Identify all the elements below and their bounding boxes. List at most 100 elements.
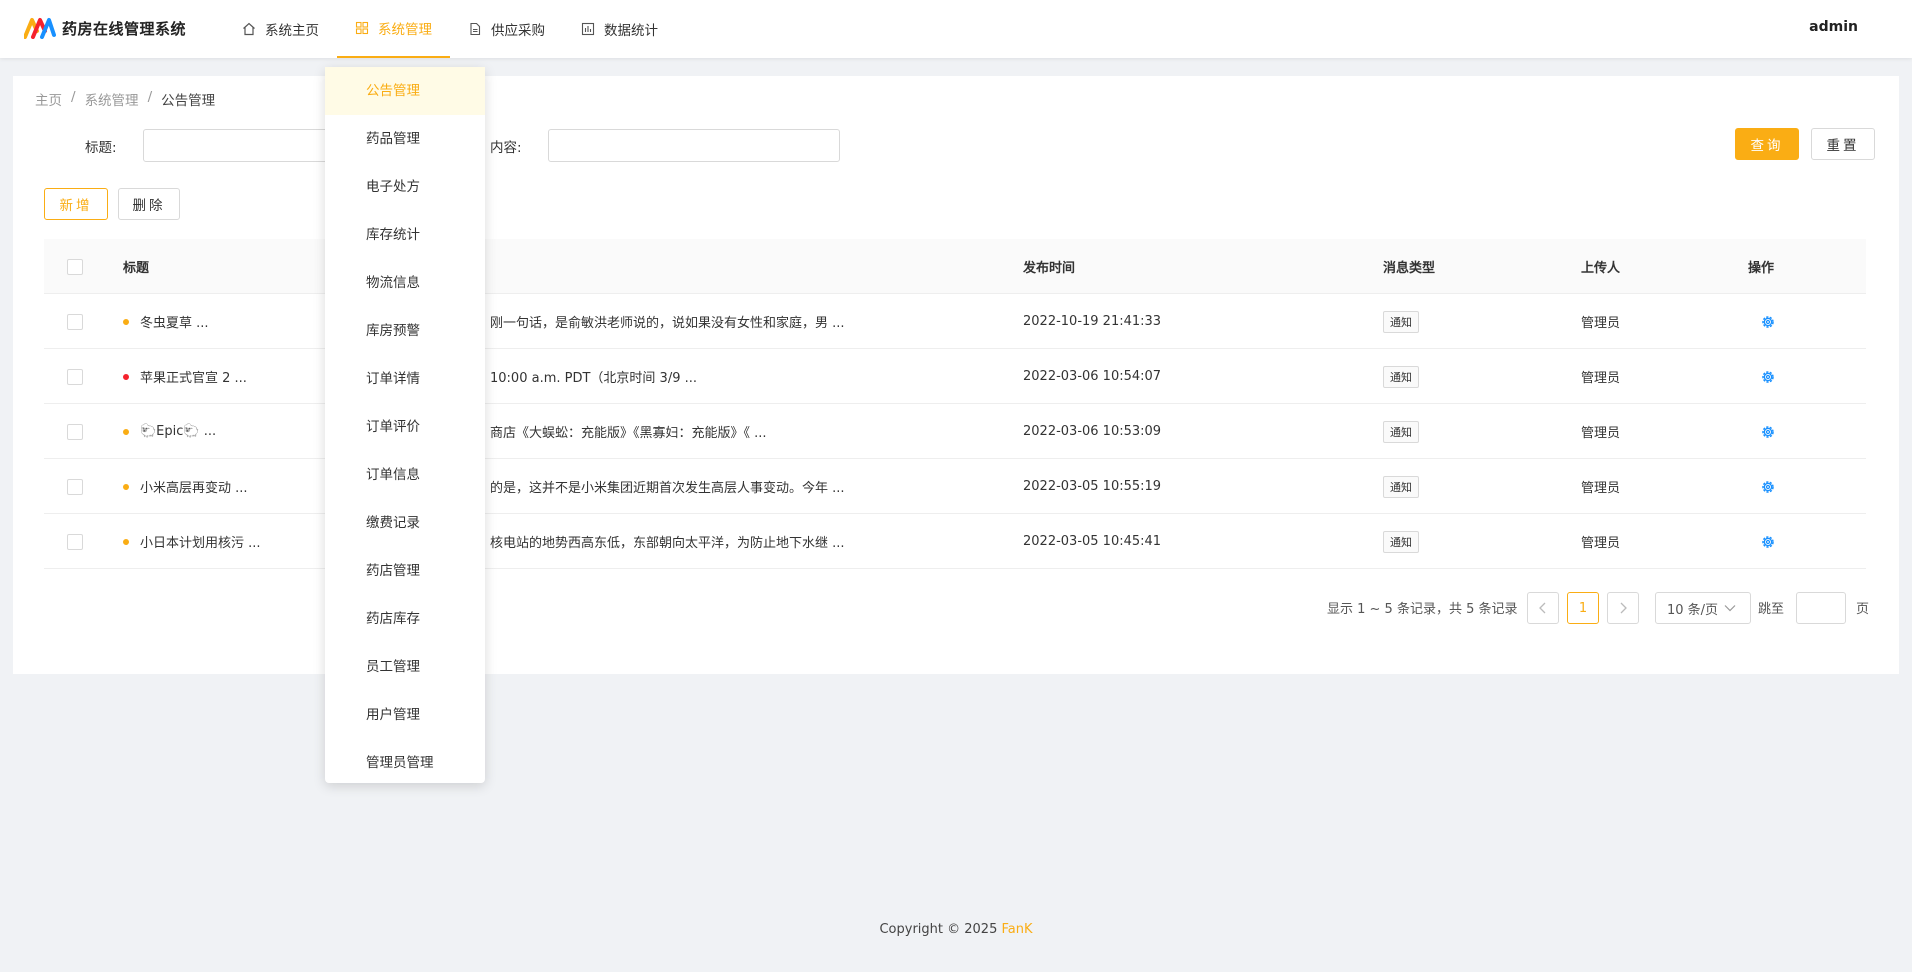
- message-type-tag: 通知: [1383, 365, 1419, 388]
- content-search-label: 内容:: [490, 140, 522, 156]
- header-message-type[interactable]: 消息类型: [1383, 239, 1435, 294]
- row-time: 2022-10-19 21:41:33: [1023, 314, 1162, 329]
- page-suffix: 页: [1856, 602, 1870, 617]
- nav-item-supply[interactable]: 供应采购: [450, 0, 563, 58]
- delete-button[interactable]: 删除: [118, 188, 180, 220]
- breadcrumb: 主页 / 系统管理 / 公告管理: [35, 89, 215, 109]
- nav-label: 数据统计: [604, 23, 658, 39]
- row-content: 刚一句话，是俞敏洪老师说的，说如果没有女性和家庭，男 ...: [490, 316, 845, 331]
- menu-item-order-reviews[interactable]: 订单评价: [325, 403, 485, 451]
- top-header: 药房在线管理系统 系统主页 系统管理 供应采购 数据统计 admin: [0, 0, 1912, 58]
- chevron-right-icon: [1620, 602, 1627, 614]
- settings-gear-icon[interactable]: [1760, 314, 1776, 330]
- row-actions-cell: [1760, 459, 1776, 514]
- row-title-cell: 🐑Epic🐑 ...: [123, 404, 216, 459]
- table-header: 标题 发布时间 消息类型 上传人 操作: [44, 239, 1866, 294]
- row-checkbox-cell: [67, 404, 83, 459]
- select-all-checkbox[interactable]: [67, 258, 83, 275]
- app-logo[interactable]: 药房在线管理系统: [24, 17, 186, 39]
- settings-gear-icon[interactable]: [1760, 534, 1776, 550]
- row-title: 小日本计划用核污 ...: [140, 536, 261, 551]
- home-icon: [243, 22, 255, 36]
- page-size-select[interactable]: 10 条/页: [1655, 592, 1751, 624]
- row-title-cell: 小日本计划用核污 ...: [123, 514, 261, 569]
- row-checkbox-cell: [67, 459, 83, 514]
- menu-item-order-info[interactable]: 订单信息: [325, 451, 485, 499]
- breadcrumb-separator: /: [71, 89, 76, 105]
- table-row[interactable]: 小日本计划用核污 ... 核电站的地势西高东低，东部朝向太平洋，为防止地下水继 …: [44, 514, 1866, 569]
- breadcrumb-system[interactable]: 系统管理: [85, 89, 139, 109]
- user-menu[interactable]: admin: [1809, 19, 1858, 35]
- app-title: 药房在线管理系统: [62, 19, 187, 38]
- nav-label: 供应采购: [491, 23, 545, 39]
- row-checkbox[interactable]: [67, 423, 83, 440]
- menu-item-inventory-stats[interactable]: 库存统计: [325, 211, 485, 259]
- menu-item-logistics[interactable]: 物流信息: [325, 259, 485, 307]
- menu-item-pharmacy-stock[interactable]: 药店库存: [325, 595, 485, 643]
- content-search-input[interactable]: [548, 129, 840, 162]
- row-title-cell: 冬虫夏草 ...: [123, 294, 209, 349]
- table-row[interactable]: 小米高层再变动 ... 的是，这并不是小米集团近期首次发生高层人事变动。今年 .…: [44, 459, 1866, 514]
- menu-item-warehouse-alert[interactable]: 库房预警: [325, 307, 485, 355]
- row-type-cell: 通知: [1383, 404, 1419, 459]
- menu-item-announcement[interactable]: 公告管理: [325, 67, 485, 115]
- row-checkbox[interactable]: [67, 368, 83, 385]
- header-title[interactable]: 标题: [123, 239, 149, 294]
- row-checkbox-cell: [67, 294, 83, 349]
- menu-item-pharmacy[interactable]: 药店管理: [325, 547, 485, 595]
- row-type-cell: 通知: [1383, 514, 1419, 569]
- add-button[interactable]: 新增: [44, 188, 108, 220]
- row-title: 小米高层再变动 ...: [140, 481, 248, 496]
- row-actions-cell: [1760, 404, 1776, 459]
- row-time: 2022-03-06 10:54:07: [1023, 369, 1162, 384]
- menu-item-payment-records[interactable]: 缴费记录: [325, 499, 485, 547]
- prev-page-button[interactable]: [1527, 592, 1559, 624]
- header-actions: 操作: [1748, 261, 1775, 276]
- breadcrumb-separator: /: [147, 89, 153, 105]
- jump-page-input[interactable]: [1796, 592, 1846, 624]
- row-checkbox-cell: [67, 349, 83, 404]
- header-uploader[interactable]: 上传人: [1581, 239, 1620, 294]
- page-size-value: 10 条/页: [1667, 602, 1719, 618]
- row-uploader: 管理员: [1581, 536, 1621, 551]
- row-actions-cell: [1760, 349, 1776, 404]
- notice-table: 标题 发布时间 消息类型 上传人 操作 冬虫夏草 ... 刚一句话，是俞敏洪老师…: [44, 239, 1866, 569]
- settings-gear-icon[interactable]: [1760, 424, 1776, 440]
- document-icon: [470, 22, 481, 36]
- page-button-1[interactable]: 1: [1567, 592, 1599, 624]
- row-checkbox[interactable]: [67, 313, 83, 330]
- menu-item-e-prescription[interactable]: 电子处方: [325, 163, 485, 211]
- menu-item-admins[interactable]: 管理员管理: [325, 739, 485, 787]
- menu-item-order-details[interactable]: 订单详情: [325, 355, 485, 403]
- status-dot: [123, 538, 129, 545]
- row-type-cell: 通知: [1383, 294, 1419, 349]
- main-nav: 系统主页 系统管理 供应采购 数据统计: [224, 0, 676, 58]
- nav-item-system[interactable]: 系统管理: [337, 0, 450, 58]
- next-page-button[interactable]: [1607, 592, 1639, 624]
- menu-item-drugs[interactable]: 药品管理: [325, 115, 485, 163]
- row-uploader: 管理员: [1581, 371, 1621, 386]
- title-search-input[interactable]: [143, 129, 343, 162]
- table-row[interactable]: 苹果正式官宣 2 ... 10:00 a.m. PDT（北京时间 3/9 ...…: [44, 349, 1866, 404]
- settings-gear-icon[interactable]: [1760, 369, 1776, 385]
- brand-link[interactable]: FanK: [1002, 922, 1033, 937]
- row-checkbox[interactable]: [67, 478, 83, 495]
- nav-item-stats[interactable]: 数据统计: [563, 0, 676, 58]
- menu-item-users[interactable]: 用户管理: [325, 691, 485, 739]
- title-search-label: 标题:: [85, 140, 117, 156]
- nav-item-home[interactable]: 系统主页: [224, 0, 337, 58]
- settings-gear-icon[interactable]: [1760, 479, 1776, 495]
- reset-button[interactable]: 重置: [1811, 128, 1875, 160]
- query-button[interactable]: 查询: [1735, 128, 1799, 160]
- breadcrumb-home[interactable]: 主页: [35, 89, 62, 109]
- menu-item-staff[interactable]: 员工管理: [325, 643, 485, 691]
- row-content: 核电站的地势西高东低，东部朝向太平洋，为防止地下水继 ...: [490, 536, 845, 551]
- header-publish-time[interactable]: 发布时间: [1023, 239, 1075, 294]
- row-title: 冬虫夏草 ...: [140, 316, 209, 331]
- table-row[interactable]: 冬虫夏草 ... 刚一句话，是俞敏洪老师说的，说如果没有女性和家庭，男 ... …: [44, 294, 1866, 349]
- table-row[interactable]: 🐑Epic🐑 ... 商店《大蜈蚣：充能版》《黑寡妇：充能版》《 ... 202…: [44, 404, 1866, 459]
- row-checkbox[interactable]: [67, 533, 83, 550]
- system-management-dropdown: 公告管理 药品管理 电子处方 库存统计 物流信息 库房预警 订单详情 订单评价 …: [325, 67, 485, 783]
- footer: Copyright © 2025 FanK: [0, 922, 1912, 937]
- message-type-tag: 通知: [1383, 530, 1419, 553]
